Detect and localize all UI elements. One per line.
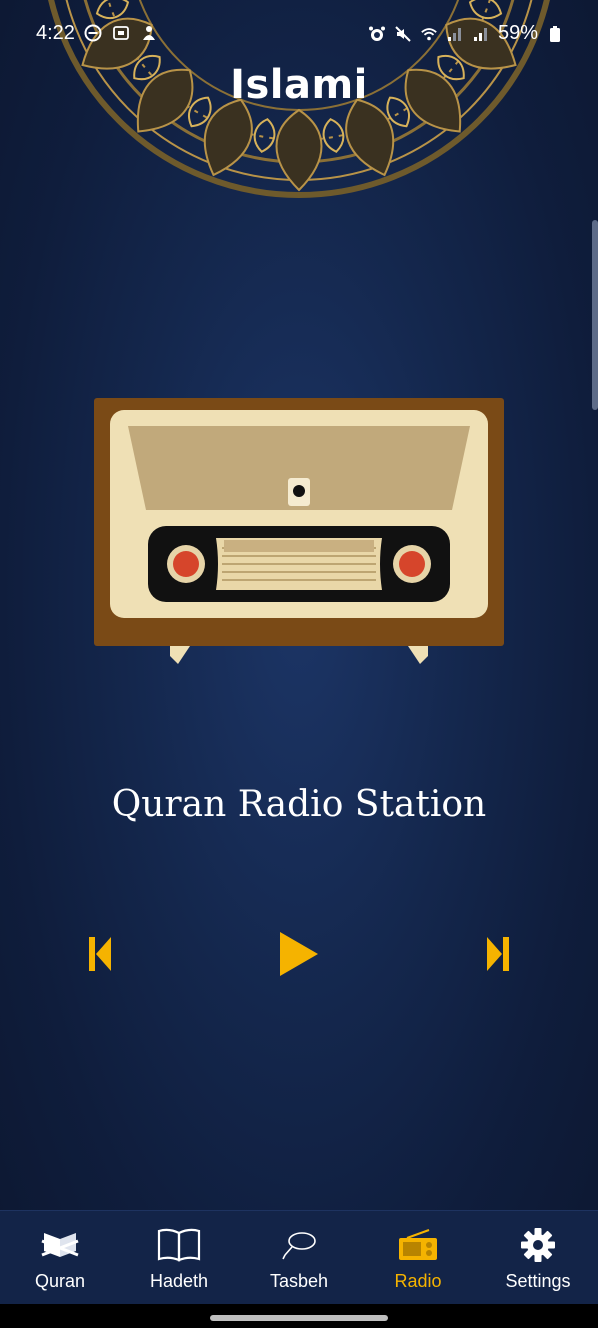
home-gesture-handle[interactable] <box>210 1315 388 1321</box>
nav-label-hadeth: Hadeth <box>149 1271 209 1291</box>
status-bar: 4:22 59% <box>0 0 598 66</box>
app-title: Islami <box>230 62 368 108</box>
nav-label-tasbeh: Tasbeh <box>269 1271 329 1291</box>
screen-record-icon <box>113 26 129 40</box>
gear-icon <box>521 1228 555 1262</box>
skip-previous-icon <box>89 937 111 971</box>
scrollbar[interactable] <box>592 220 598 410</box>
nav-item-radio[interactable]: Radio <box>358 1211 478 1305</box>
signal-icon <box>447 27 461 41</box>
skip-previous-button[interactable] <box>70 924 130 984</box>
play-button[interactable] <box>268 924 328 984</box>
status-time: 4:22 <box>36 22 75 44</box>
mute-icon <box>395 25 411 42</box>
nav-label-settings: Settings <box>505 1271 571 1291</box>
notification-icon <box>143 26 155 40</box>
system-gesture-bar <box>0 1304 598 1328</box>
signal-icon <box>473 27 487 41</box>
play-icon <box>280 932 318 976</box>
nav-item-quran[interactable]: Quran <box>0 1211 120 1305</box>
station-name: Quran Radio Station <box>111 784 487 825</box>
bottom-navigation: Quran Hadeth Tasbeh Radio Settings <box>0 1210 598 1305</box>
battery-percentage: 59% <box>497 22 538 44</box>
player-controls <box>0 924 598 984</box>
skip-next-icon <box>487 937 509 971</box>
quran-book-icon <box>41 1233 79 1257</box>
radio-illustration <box>94 398 504 664</box>
open-book-icon <box>157 1228 201 1262</box>
alarm-icon <box>368 26 385 41</box>
nav-item-hadeth[interactable]: Hadeth <box>119 1211 239 1305</box>
nav-label-quran: Quran <box>34 1271 86 1291</box>
skip-next-button[interactable] <box>468 924 528 984</box>
nav-label-radio: Radio <box>394 1271 442 1291</box>
nav-item-tasbeh[interactable]: Tasbeh <box>239 1211 359 1305</box>
nav-item-settings[interactable]: Settings <box>478 1211 598 1305</box>
radio-icon <box>399 1229 437 1260</box>
battery-icon <box>550 25 560 42</box>
do-not-disturb-icon <box>84 24 102 42</box>
wifi-icon <box>421 27 437 40</box>
prayer-beads-icon <box>282 1232 316 1260</box>
